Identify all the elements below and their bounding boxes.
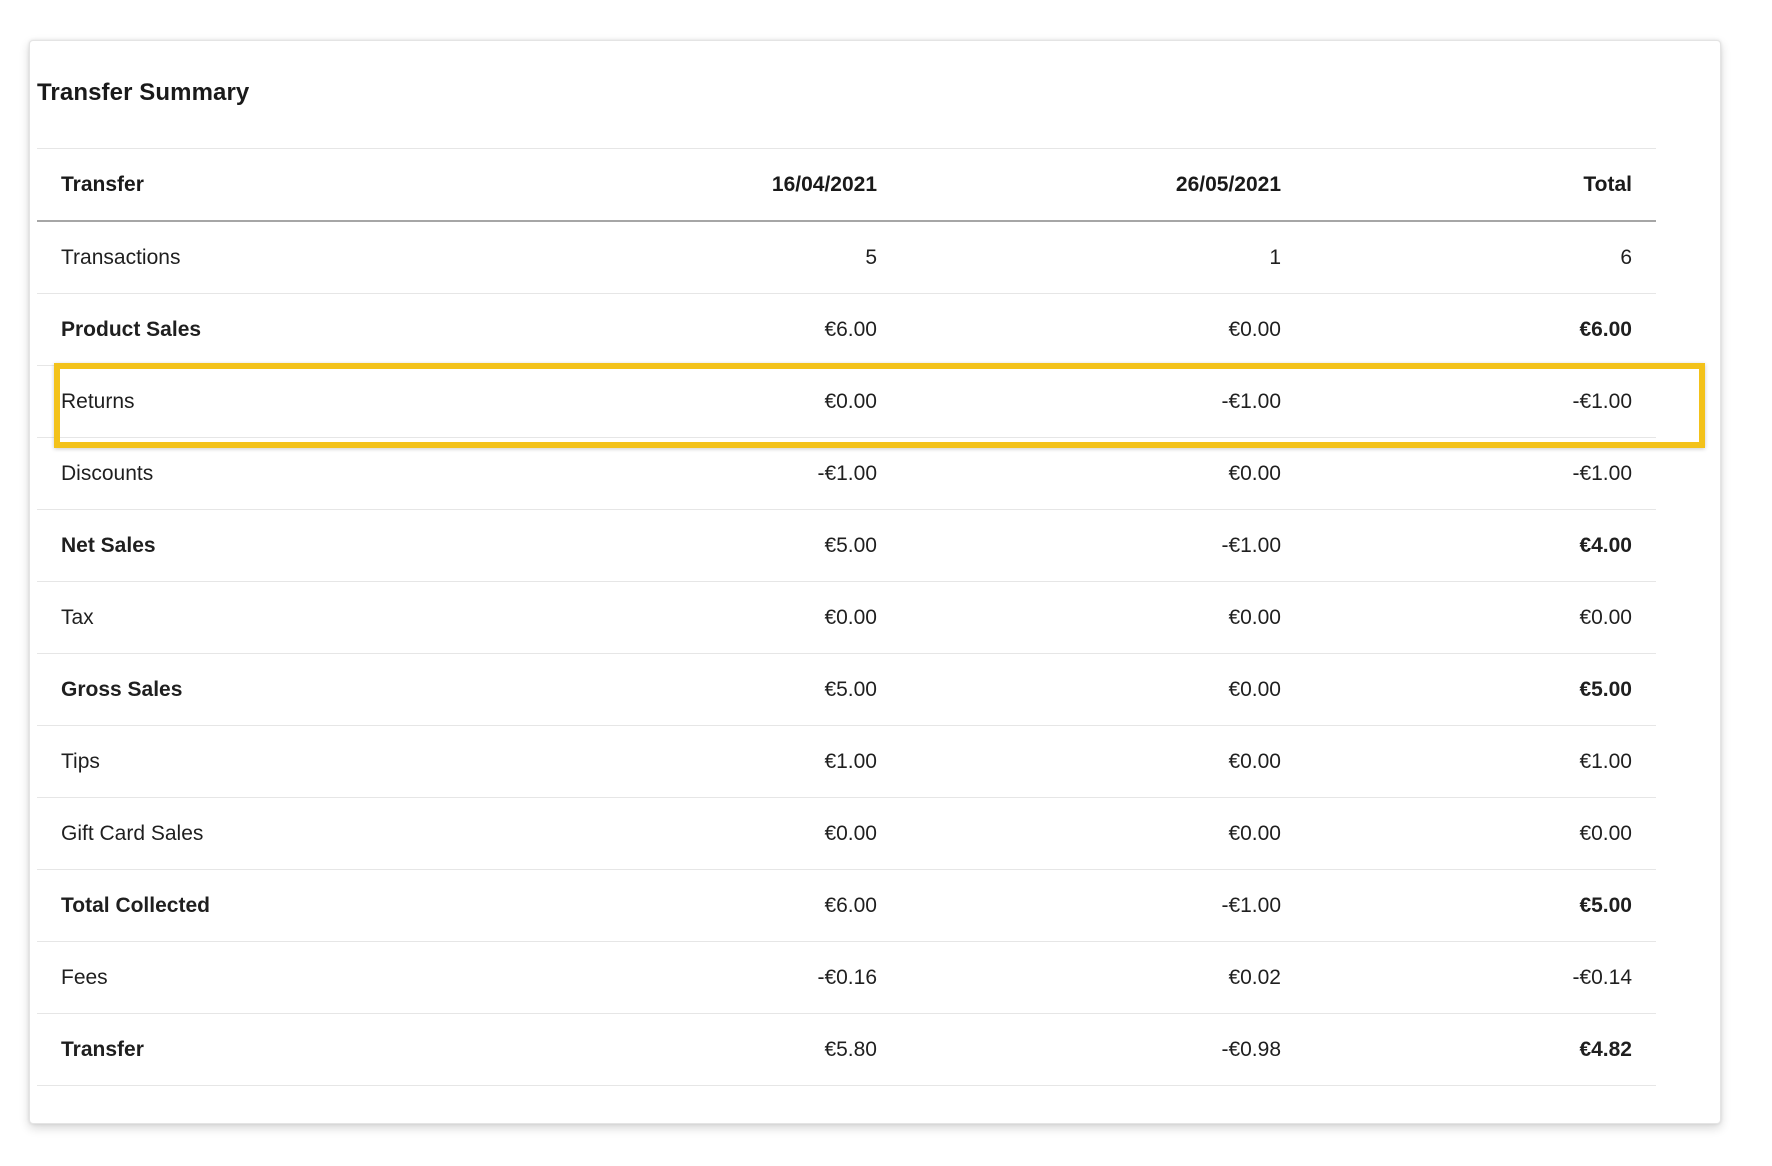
cell-date-1: €0.00 [824,821,877,845]
row-label: Transactions [61,245,181,269]
row-label: Tips [61,749,100,773]
row-label: Tax [61,605,94,629]
cell-date-1: 5 [865,245,877,269]
transfer-summary-table: Transfer 16/04/2021 26/05/2021 Total Tra… [37,148,1656,1086]
cell-date-2: -€1.00 [1221,389,1281,413]
table-row-transfer: Transfer €5.80 -€0.98 €4.82 [37,1014,1656,1086]
row-label: Product Sales [61,317,202,341]
table-row-tips: Tips €1.00 €0.00 €1.00 [37,726,1656,798]
cell-date-2: -€1.00 [1221,533,1281,557]
cell-total: -€1.00 [1572,389,1632,413]
cell-total: -€0.14 [1572,965,1632,989]
cell-date-2: €0.00 [1228,749,1281,773]
card-title: Transfer Summary [37,79,250,106]
cell-total: €4.00 [1579,533,1632,557]
table-row-transactions: Transactions 5 1 6 [37,221,1656,294]
cell-date-1: €0.00 [824,389,877,413]
cell-date-2: -€1.00 [1221,893,1281,917]
cell-total: €1.00 [1579,749,1632,773]
cell-total: €6.00 [1579,317,1632,341]
row-label: Gift Card Sales [61,821,204,845]
column-header-transfer[interactable]: Transfer [37,149,469,222]
cell-date-1: €0.00 [824,605,877,629]
table-row-product-sales: Product Sales €6.00 €0.00 €6.00 [37,294,1656,366]
row-label: Returns [61,389,135,413]
table-header-row: Transfer 16/04/2021 26/05/2021 Total [37,148,1656,222]
cell-total: €0.00 [1579,605,1632,629]
table-row-returns: Returns €0.00 -€1.00 -€1.00 [37,366,1656,438]
cell-date-1: €6.00 [824,893,877,917]
column-header-date-1[interactable]: 16/04/2021 [469,149,901,222]
cell-date-1: €6.00 [824,317,877,341]
table-row-tax: Tax €0.00 €0.00 €0.00 [37,582,1656,654]
cell-date-2: €0.00 [1228,677,1281,701]
cell-date-1: €5.80 [824,1037,877,1061]
column-header-total[interactable]: Total [1305,149,1656,222]
cell-total: €4.82 [1579,1037,1632,1061]
table-row-gross-sales: Gross Sales €5.00 €0.00 €5.00 [37,654,1656,726]
cell-date-2: €0.00 [1228,605,1281,629]
row-label: Fees [61,965,108,989]
table-row-gift-card-sales: Gift Card Sales €0.00 €0.00 €0.00 [37,798,1656,870]
cell-total: -€1.00 [1572,461,1632,485]
row-label: Transfer [61,1037,144,1061]
cell-date-2: €0.02 [1228,965,1281,989]
cell-total: €5.00 [1579,677,1632,701]
cell-date-2: -€0.98 [1221,1037,1281,1061]
cell-date-2: 1 [1269,245,1281,269]
table-row-discounts: Discounts -€1.00 €0.00 -€1.00 [37,438,1656,510]
row-label: Net Sales [61,533,156,557]
cell-date-2: €0.00 [1228,821,1281,845]
table-row-total-collected: Total Collected €6.00 -€1.00 €5.00 [37,870,1656,942]
row-label: Discounts [61,461,154,485]
cell-date-1: €5.00 [824,533,877,557]
table-row-fees: Fees -€0.16 €0.02 -€0.14 [37,942,1656,1014]
cell-total: €0.00 [1579,821,1632,845]
cell-date-2: €0.00 [1228,461,1281,485]
row-label: Total Collected [61,893,210,917]
table-row-net-sales: Net Sales €5.00 -€1.00 €4.00 [37,510,1656,582]
cell-date-1: -€0.16 [817,965,877,989]
cell-date-1: €1.00 [824,749,877,773]
column-header-date-2[interactable]: 26/05/2021 [901,149,1305,222]
cell-date-1: €5.00 [824,677,877,701]
cell-total: €5.00 [1579,893,1632,917]
cell-date-2: €0.00 [1228,317,1281,341]
cell-total: 6 [1620,245,1632,269]
row-label: Gross Sales [61,677,183,701]
cell-date-1: -€1.00 [817,461,877,485]
